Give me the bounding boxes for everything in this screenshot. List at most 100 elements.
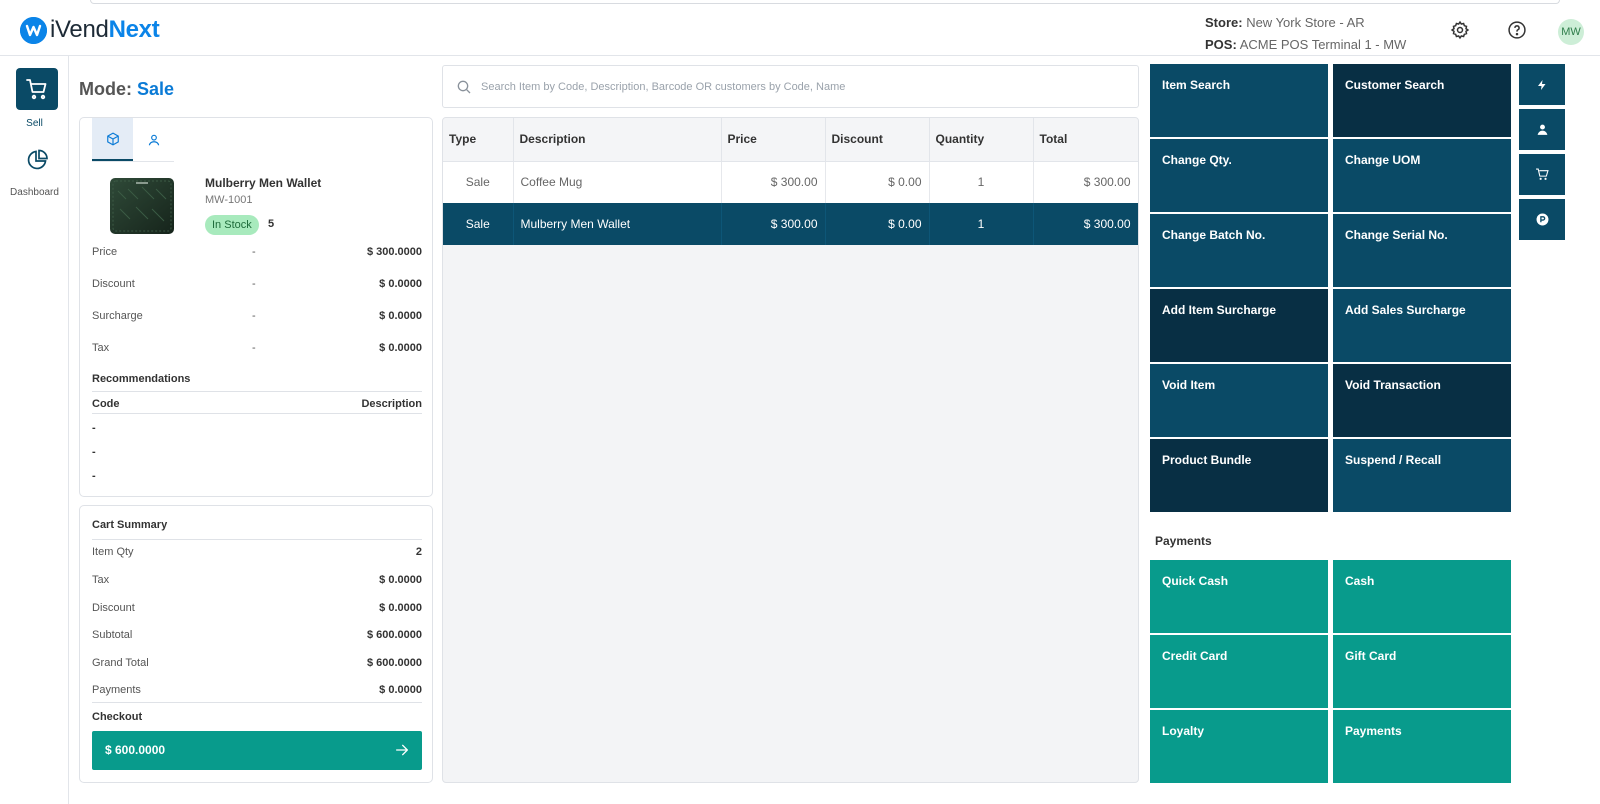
add-item-surcharge-button[interactable]: Add Item Surcharge xyxy=(1150,289,1328,362)
tab-product[interactable] xyxy=(92,118,133,161)
gear-icon[interactable] xyxy=(1449,19,1471,41)
logo-icon xyxy=(20,16,47,44)
divider xyxy=(92,391,422,392)
checkout-button[interactable]: $ 600.0000 xyxy=(92,731,422,770)
cell-discount: $ 0.00 xyxy=(825,161,930,203)
button-label: Void Transaction xyxy=(1345,378,1441,392)
pricing-value: $ 0.0000 xyxy=(379,310,422,322)
pie-chart-icon[interactable] xyxy=(25,148,49,172)
cart-side-button[interactable] xyxy=(1519,154,1565,195)
stock-quantity: 5 xyxy=(268,218,275,230)
button-label: Loyalty xyxy=(1162,724,1205,738)
cell-discount: $ 0.00 xyxy=(825,203,930,245)
cart-icon xyxy=(1536,168,1549,180)
summary-label: Item Qty xyxy=(92,546,134,558)
logo-text-part2: Next xyxy=(108,16,160,43)
divider xyxy=(92,413,422,414)
mode-indicator: Mode: Sale xyxy=(79,79,174,100)
app-window: iVendNext Store: New York Store - AR POS… xyxy=(0,0,1600,804)
loyalty-button[interactable]: Loyalty xyxy=(1150,710,1328,783)
summary-value: $ 0.0000 xyxy=(379,684,422,696)
recommendation-row: - xyxy=(92,422,96,434)
pricing-label: Price xyxy=(92,246,118,258)
checkout-label: Checkout xyxy=(92,711,143,723)
logo[interactable]: iVendNext xyxy=(20,16,160,44)
customer-side-button[interactable] xyxy=(1519,109,1565,150)
credit-card-button[interactable]: Credit Card xyxy=(1150,635,1328,708)
item-detail-card: Mulberry Men Wallet MW-1001 In Stock 5 P… xyxy=(79,117,433,497)
pricing-row: Tax - $ 0.0000 xyxy=(92,342,422,358)
pricing-label: Tax xyxy=(92,342,110,354)
summary-value: $ 600.0000 xyxy=(366,629,422,641)
user-icon xyxy=(1537,124,1547,135)
table-row[interactable]: Sale Coffee Mug $ 300.00 $ 0.00 1 $ 300.… xyxy=(443,161,1138,203)
parking-side-button[interactable] xyxy=(1519,199,1565,240)
payments-button[interactable]: Payments xyxy=(1333,710,1511,783)
rec-code-header: Code xyxy=(92,398,120,410)
button-label: Cash xyxy=(1345,574,1375,588)
column-header[interactable]: Description xyxy=(513,118,722,162)
pricing-label: Discount xyxy=(92,278,135,290)
summary-label: Grand Total xyxy=(92,657,149,669)
button-label: Change Batch No. xyxy=(1162,228,1266,242)
suspend-recall-button[interactable]: Suspend / Recall xyxy=(1333,439,1511,512)
quick-cash-button[interactable]: Quick Cash xyxy=(1150,560,1328,633)
change-uom-button[interactable]: Change UOM xyxy=(1333,139,1511,212)
avatar[interactable]: MW xyxy=(1558,19,1584,45)
cell-type: Sale xyxy=(443,161,514,203)
gift-card-button[interactable]: Gift Card xyxy=(1333,635,1511,708)
summary-row: Grand Total $ 600.0000 xyxy=(92,657,422,673)
cart-summary-card: Cart Summary Item Qty 2 Tax $ 0.0000 Disco… xyxy=(79,505,433,783)
flash-icon xyxy=(1538,79,1546,90)
pricing-mid: - xyxy=(252,278,256,290)
cell-description: Mulberry Men Wallet xyxy=(513,203,722,245)
add-sales-surcharge-button[interactable]: Add Sales Surcharge xyxy=(1333,289,1511,362)
product-bundle-button[interactable]: Product Bundle xyxy=(1150,439,1328,512)
table-row-selected[interactable]: Sale Mulberry Men Wallet $ 300.00 $ 0.00… xyxy=(443,203,1138,245)
table-header-row: Type Description Price Discount Quantity… xyxy=(443,118,1138,162)
cart-icon xyxy=(26,79,47,100)
button-label: Product Bundle xyxy=(1162,453,1252,467)
column-header[interactable]: Total xyxy=(1033,118,1138,162)
button-label: Customer Search xyxy=(1345,78,1445,92)
divider xyxy=(92,539,422,540)
help-icon[interactable] xyxy=(1506,19,1528,41)
nav-dashboard-label[interactable]: Dashboard xyxy=(0,187,69,198)
button-label: Void Item xyxy=(1162,378,1216,392)
nav-sell-label[interactable]: Sell xyxy=(0,118,69,129)
nav-sell-button[interactable] xyxy=(16,68,58,110)
button-label: Change UOM xyxy=(1345,153,1421,167)
column-header[interactable]: Type xyxy=(443,118,514,162)
summary-label: Tax xyxy=(92,574,110,586)
logo-text-part1: iVend xyxy=(50,16,109,43)
search-input[interactable] xyxy=(481,77,1121,97)
item-tabs xyxy=(92,118,174,161)
cash-button[interactable]: Cash xyxy=(1333,560,1511,633)
column-header[interactable]: Quantity xyxy=(929,118,1034,162)
change-serial-button[interactable]: Change Serial No. xyxy=(1333,214,1511,287)
change-batch-button[interactable]: Change Batch No. xyxy=(1150,214,1328,287)
summary-row: Subtotal $ 600.0000 xyxy=(92,629,422,645)
customer-search-button[interactable]: Customer Search xyxy=(1333,64,1511,137)
change-qty-button[interactable]: Change Qty. xyxy=(1150,139,1328,212)
item-search-button[interactable]: Item Search xyxy=(1150,64,1328,137)
void-transaction-button[interactable]: Void Transaction xyxy=(1333,364,1511,437)
tab-customer[interactable] xyxy=(133,118,174,161)
pricing-mid: - xyxy=(252,342,256,354)
parking-icon xyxy=(1536,213,1548,226)
quick-action-button[interactable] xyxy=(1519,64,1565,105)
column-header[interactable]: Discount xyxy=(825,118,930,162)
rec-description-header: Description xyxy=(361,398,422,410)
recommendations-header: Code Description xyxy=(92,398,422,410)
void-item-button[interactable]: Void Item xyxy=(1150,364,1328,437)
summary-label: Payments xyxy=(92,684,141,696)
button-label: Add Item Surcharge xyxy=(1162,303,1277,317)
cell-quantity: 1 xyxy=(929,203,1034,245)
pricing-mid: - xyxy=(252,310,256,322)
tabs-divider xyxy=(92,161,174,162)
summary-label: Subtotal xyxy=(92,629,133,641)
column-header[interactable]: Price xyxy=(721,118,826,162)
pricing-value: $ 300.0000 xyxy=(366,246,422,258)
button-label: Quick Cash xyxy=(1162,574,1229,588)
cell-price: $ 300.00 xyxy=(721,161,826,203)
